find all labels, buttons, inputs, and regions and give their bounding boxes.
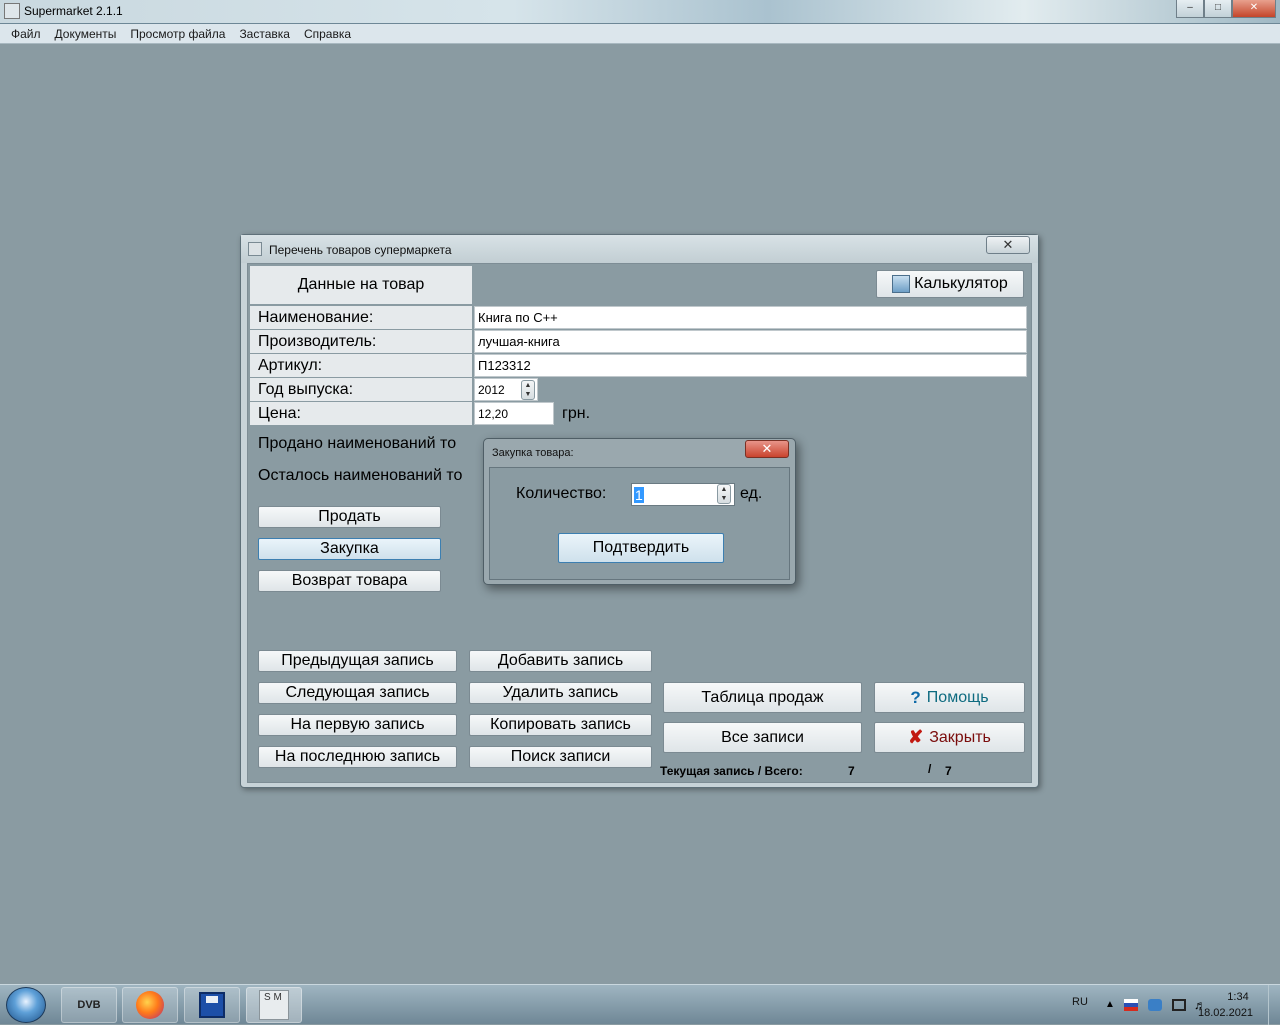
form-icon xyxy=(248,242,262,256)
dialog-body: Количество: 1 ▲ ▼ ед. Подтвердить xyxy=(489,467,790,580)
name-label: Наименование: xyxy=(250,306,472,329)
manufacturer-label: Производитель: xyxy=(250,330,472,353)
last-record-button[interactable]: На последнюю запись xyxy=(258,746,457,768)
article-label: Артикул: xyxy=(250,354,472,377)
confirm-button[interactable]: Подтвердить xyxy=(558,533,724,563)
taskbar-save-app[interactable] xyxy=(184,987,240,1023)
close-icon: ✘ xyxy=(908,727,924,747)
menu-splash[interactable]: Заставка xyxy=(232,27,297,41)
dialog-close-button[interactable]: ✕ xyxy=(745,440,789,458)
menu-view-file[interactable]: Просмотр файла xyxy=(123,27,232,41)
taskbar-supermarket[interactable]: S M xyxy=(246,987,302,1023)
form-title: Перечень товаров супермаркета xyxy=(269,243,452,257)
quantity-unit: ед. xyxy=(740,485,763,502)
app-title: Supermarket 2.1.1 xyxy=(24,4,123,18)
menu-documents[interactable]: Документы xyxy=(48,27,124,41)
year-spinner[interactable]: ▲ ▼ xyxy=(521,380,535,400)
close-label: Закрыть xyxy=(929,728,991,746)
calculator-label: Калькулятор xyxy=(914,275,1008,292)
quantity-spinner[interactable]: ▲ ▼ xyxy=(717,484,731,504)
sell-button[interactable]: Продать xyxy=(258,506,441,528)
search-record-button[interactable]: Поиск записи xyxy=(469,746,652,768)
delete-record-button[interactable]: Удалить запись xyxy=(469,682,652,704)
clock-date[interactable]: 18.02.2021 xyxy=(1198,1007,1253,1019)
help-button[interactable]: ? Помощь xyxy=(874,682,1025,713)
record-separator: / xyxy=(928,762,932,776)
form-titlebar: Перечень товаров супермаркета ✕ xyxy=(241,235,1038,263)
network-app-icon[interactable] xyxy=(1148,999,1162,1011)
show-desktop-button[interactable] xyxy=(1268,985,1280,1025)
dialog-title: Закупка товара: xyxy=(492,447,574,459)
name-field[interactable]: Книга по С++ xyxy=(474,306,1027,329)
dvb-icon: DVB xyxy=(77,999,101,1011)
manufacturer-field[interactable]: лучшая-книга xyxy=(474,330,1027,353)
floppy-icon xyxy=(199,992,225,1018)
next-record-button[interactable]: Следующая запись xyxy=(258,682,457,704)
remaining-label: Осталось наименований то xyxy=(258,467,463,484)
window-controls: – □ ✕ xyxy=(1176,0,1276,18)
menu-file[interactable]: Файл xyxy=(4,27,48,41)
quantity-label: Количество: xyxy=(516,485,607,502)
copy-record-button[interactable]: Копировать запись xyxy=(469,714,652,736)
sales-table-button[interactable]: Таблица продаж xyxy=(663,682,862,713)
price-label: Цена: xyxy=(250,402,472,425)
purchase-dialog: Закупка товара: ✕ Количество: 1 ▲ ▼ ед. П… xyxy=(483,438,796,585)
language-indicator[interactable]: RU xyxy=(1072,996,1088,1008)
add-record-button[interactable]: Добавить запись xyxy=(469,650,652,672)
taskbar: DVB S M RU ▲ ♬ 1:34 18.02.2021 xyxy=(0,984,1280,1025)
return-button[interactable]: Возврат товара xyxy=(258,570,441,592)
app-icon xyxy=(4,3,20,19)
menubar: Файл Документы Просмотр файла Заставка С… xyxy=(0,24,1280,44)
price-field[interactable]: 12,20 xyxy=(474,402,554,425)
minimize-button[interactable]: – xyxy=(1176,0,1204,18)
firefox-icon xyxy=(136,991,164,1019)
close-button[interactable]: ✘ Закрыть xyxy=(874,722,1025,753)
tray-expand-icon[interactable]: ▲ xyxy=(1105,999,1119,1011)
purchase-button[interactable]: Закупка xyxy=(258,538,441,560)
flag-icon[interactable] xyxy=(1124,999,1138,1011)
network-icon[interactable] xyxy=(1172,999,1186,1011)
quantity-value: 1 xyxy=(634,486,644,503)
help-icon: ? xyxy=(910,687,921,707)
form-close-button[interactable]: ✕ xyxy=(986,236,1030,254)
clock-time[interactable]: 1:34 xyxy=(1223,991,1253,1003)
maximize-button[interactable]: □ xyxy=(1204,0,1232,18)
article-field[interactable]: П123312 xyxy=(474,354,1027,377)
year-label: Год выпуска: xyxy=(250,378,472,401)
supermarket-icon: S M xyxy=(259,990,289,1020)
price-unit: грн. xyxy=(562,405,591,422)
start-button[interactable] xyxy=(6,987,46,1023)
menu-help[interactable]: Справка xyxy=(297,27,358,41)
record-status-label: Текущая запись / Всего: xyxy=(660,764,803,778)
calculator-icon xyxy=(892,275,911,293)
sold-label: Продано наименований то xyxy=(258,435,457,452)
help-label: Помощь xyxy=(926,688,989,706)
taskbar-dvb[interactable]: DVB xyxy=(61,987,117,1023)
system-tray: RU ▲ ♬ 1:34 18.02.2021 xyxy=(1030,985,1280,1025)
dialog-titlebar: Закупка товара: ✕ xyxy=(484,439,795,467)
total-record-number: 7 xyxy=(945,764,952,778)
taskbar-firefox[interactable] xyxy=(122,987,178,1023)
current-record-number: 7 xyxy=(848,764,855,778)
all-records-button[interactable]: Все записи xyxy=(663,722,862,753)
calculator-button[interactable]: Калькулятор xyxy=(876,270,1024,298)
product-data-header: Данные на товар xyxy=(250,266,472,304)
close-app-button[interactable]: ✕ xyxy=(1232,0,1276,18)
app-titlebar: Supermarket 2.1.1 – □ ✕ xyxy=(0,0,1280,24)
first-record-button[interactable]: На первую запись xyxy=(258,714,457,736)
prev-record-button[interactable]: Предыдущая запись xyxy=(258,650,457,672)
